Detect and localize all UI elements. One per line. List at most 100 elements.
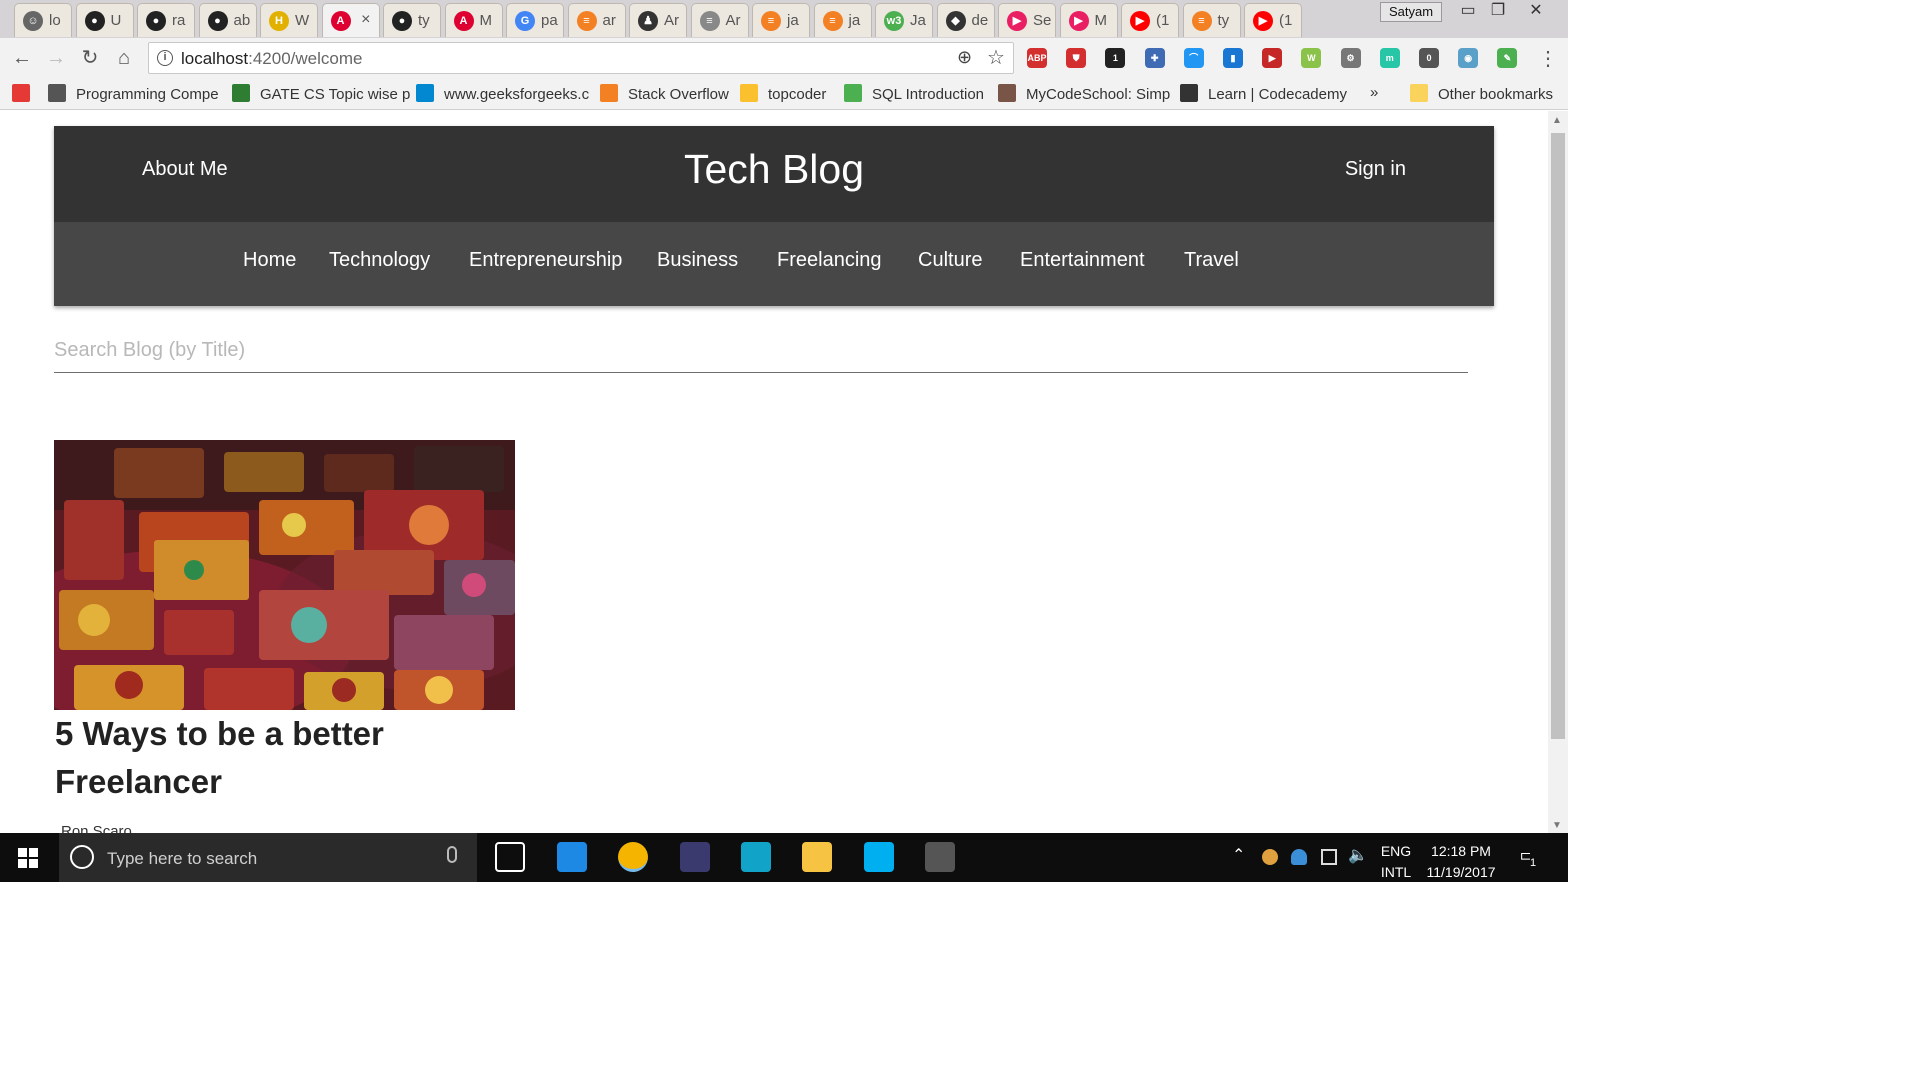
browser-tab[interactable]: ▶ (1	[1121, 3, 1179, 37]
skype-icon[interactable]	[864, 842, 894, 872]
tab-label: Ar	[664, 12, 679, 29]
browser-tab[interactable]: ≡ ty	[1182, 3, 1241, 37]
category-link[interactable]: Home	[243, 249, 296, 272]
bookmark-item[interactable]: Stack Overflow	[600, 84, 729, 103]
extension-icon[interactable]: ▶	[1262, 48, 1283, 68]
browser-tab[interactable]: ≡ Ar	[690, 3, 749, 37]
address-bar[interactable]: i localhost:4200/welcome ⊕ ☆	[148, 42, 1014, 74]
onedrive-icon[interactable]	[1291, 849, 1307, 865]
show-hidden-icons[interactable]: ⌃	[1232, 845, 1245, 866]
clock[interactable]: 12:18 PM 11/19/2017	[1420, 841, 1502, 883]
browser-tab[interactable]: ▶ (1	[1244, 3, 1302, 37]
chrome-icon[interactable]	[618, 842, 648, 872]
browser-tab[interactable]: ☺ lo	[14, 3, 72, 37]
post-title[interactable]: 5 Ways to be a better Freelancer	[54, 710, 515, 806]
cortana-icon[interactable]	[70, 845, 94, 869]
windows-start-icon[interactable]	[18, 848, 38, 868]
extension-icon[interactable]: 0	[1419, 48, 1439, 68]
category-link[interactable]: Freelancing	[777, 249, 882, 272]
extension-icon[interactable]: 1	[1105, 48, 1126, 68]
eclipse-icon[interactable]	[680, 842, 710, 872]
bookmark-item[interactable]: Programming Compe	[48, 84, 219, 103]
category-link[interactable]: Entrepreneurship	[469, 249, 622, 272]
browser-tab[interactable]: ≡ ar	[567, 3, 626, 37]
profile-button[interactable]: Satyam	[1380, 2, 1442, 22]
tab-favicon-icon: ▶	[1007, 11, 1027, 31]
browser-menu-icon[interactable]: ⋮	[1538, 46, 1558, 71]
extension-icon[interactable]: ⚙	[1340, 48, 1361, 68]
browser-tab[interactable]: ≡ ja	[813, 3, 872, 37]
bookmark-item[interactable]: Other bookmarks	[1410, 84, 1553, 103]
battery-icon[interactable]	[1321, 849, 1337, 865]
post-thumbnail[interactable]	[54, 440, 515, 710]
bookmarks-overflow-button[interactable]: »	[1370, 84, 1378, 101]
browser-tab[interactable]: ● ra	[137, 3, 195, 37]
microphone-icon[interactable]	[447, 846, 457, 863]
bookmark-item[interactable]	[12, 84, 40, 103]
settings-app-icon[interactable]	[925, 842, 955, 872]
bookmark-item[interactable]: MyCodeSchool: Simp	[998, 84, 1170, 103]
bookmark-item[interactable]: SQL Introduction	[844, 84, 984, 103]
tab-close-icon[interactable]: ×	[361, 11, 370, 29]
browser-tab[interactable]: ● U	[75, 3, 134, 37]
extension-icon[interactable]: ✎	[1497, 48, 1518, 68]
close-window-icon[interactable]: ✕	[1520, 0, 1552, 22]
browser-tab[interactable]: w3 Ja	[875, 3, 933, 37]
category-link[interactable]: Business	[657, 249, 738, 272]
category-link[interactable]: Technology	[329, 249, 430, 272]
forward-icon[interactable]: →	[44, 46, 68, 70]
browser-tab[interactable]: ♟ Ar	[629, 3, 687, 37]
bookmark-item[interactable]: Learn | Codecademy	[1180, 84, 1347, 103]
language-indicator[interactable]: ENG INTL	[1378, 841, 1414, 883]
browser-tab[interactable]: ● ty	[383, 3, 441, 37]
extension-icon[interactable]: ⛊	[1066, 48, 1087, 68]
extension-icon[interactable]: ABP	[1027, 48, 1047, 68]
site-info-icon[interactable]: i	[157, 50, 173, 66]
browser-tab[interactable]: Gpa	[506, 3, 564, 37]
extension-icon[interactable]: ✚	[1144, 48, 1165, 68]
category-link[interactable]: Culture	[918, 249, 982, 272]
bookmark-item[interactable]: GATE CS Topic wise p	[232, 84, 410, 103]
extension-icon[interactable]: W	[1301, 48, 1322, 68]
restore-icon[interactable]: ❐	[1482, 0, 1514, 22]
site-brand[interactable]: Tech Blog	[54, 146, 1494, 193]
decorative-boxes-image	[54, 440, 515, 710]
scroll-thumb[interactable]	[1551, 133, 1565, 739]
page-scrollbar[interactable]: ▲ ▼	[1548, 111, 1568, 833]
minimize-icon[interactable]: ▭	[1452, 0, 1484, 22]
scroll-down-icon[interactable]: ▼	[1552, 820, 1562, 831]
browser-tab[interactable]: ▶ Se	[998, 3, 1056, 37]
address-url[interactable]: localhost:4200/welcome	[181, 49, 362, 69]
browser-tab[interactable]: ◆ de	[936, 3, 995, 37]
browser-tab[interactable]: ≡ ja	[752, 3, 810, 37]
bookmark-star-icon[interactable]: ☆	[987, 45, 1005, 70]
browser-tab[interactable]: HW	[260, 3, 318, 37]
category-link[interactable]: Entertainment	[1020, 249, 1145, 272]
extension-icon[interactable]: ◉	[1458, 48, 1479, 68]
zoom-icon[interactable]: ⊕	[957, 47, 972, 68]
category-link[interactable]: Travel	[1184, 249, 1239, 272]
extension-icon[interactable]: ▮	[1223, 48, 1243, 68]
scroll-up-icon[interactable]: ▲	[1552, 115, 1562, 126]
browser-tab[interactable]: A ×	[321, 3, 380, 37]
browser-tab[interactable]: ▶ M	[1059, 3, 1118, 37]
browser-tab[interactable]: AM	[444, 3, 503, 37]
back-icon[interactable]: ←	[10, 46, 34, 70]
webstorm-icon[interactable]	[741, 842, 771, 872]
edge-icon[interactable]	[557, 842, 587, 872]
bookmark-item[interactable]: topcoder	[740, 84, 826, 103]
home-icon[interactable]: ⌂	[112, 46, 136, 70]
volume-icon[interactable]: 🔈	[1348, 845, 1368, 866]
taskbar-search[interactable]: Type here to search	[59, 833, 477, 882]
task-view-icon[interactable]	[495, 842, 525, 872]
blog-search-input[interactable]	[54, 329, 1468, 373]
sign-in-link[interactable]: Sign in	[1345, 158, 1406, 181]
browser-tray-icon[interactable]	[1262, 849, 1278, 865]
extension-icon[interactable]: ⌒	[1183, 48, 1204, 68]
bookmark-item[interactable]: www.geeksforgeeks.c	[416, 84, 589, 103]
notification-center-icon[interactable]: ▭ 1	[1516, 845, 1540, 874]
reload-icon[interactable]: ↻	[78, 46, 102, 70]
extension-icon[interactable]: m	[1379, 48, 1400, 68]
browser-tab[interactable]: ● ab	[198, 3, 257, 37]
file-explorer-icon[interactable]	[802, 842, 832, 872]
